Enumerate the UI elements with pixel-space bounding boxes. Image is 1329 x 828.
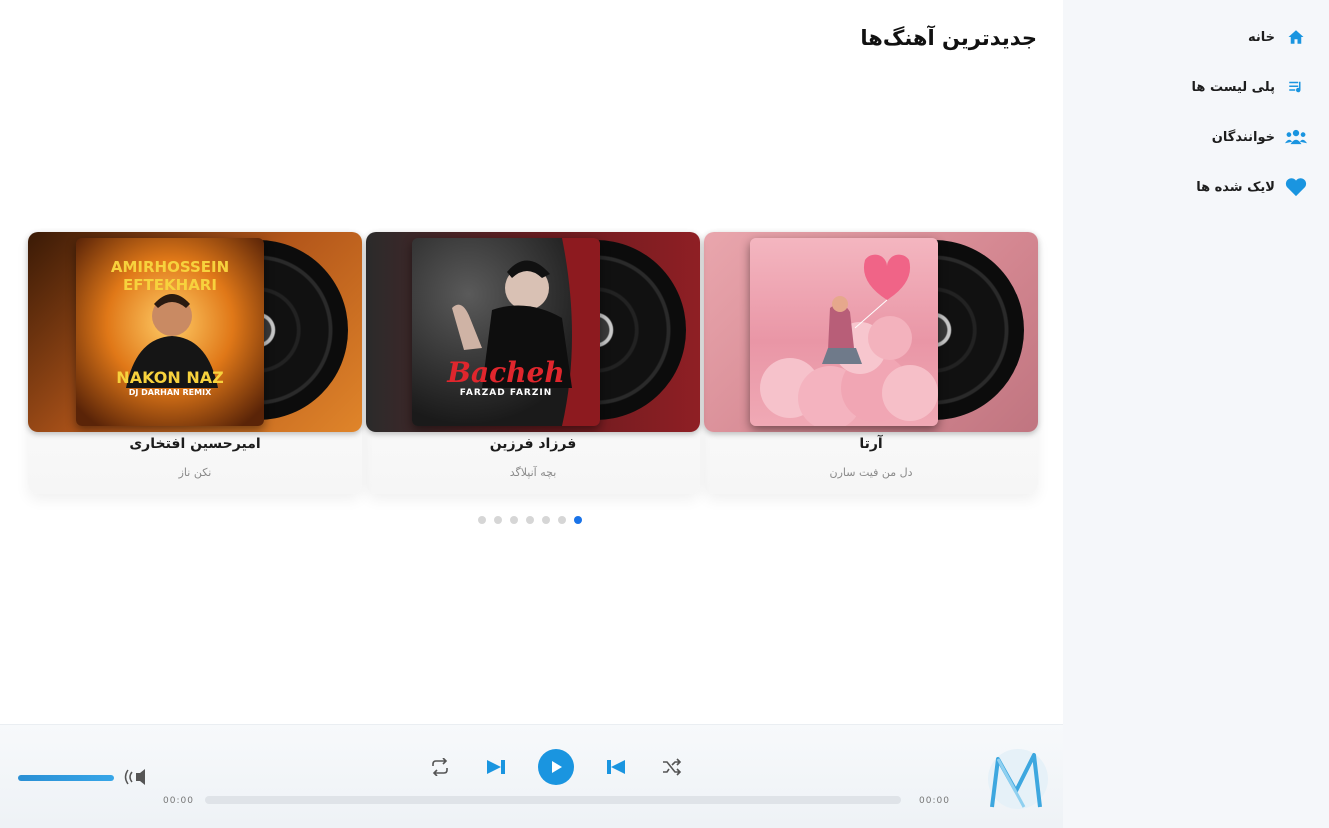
cover-title: Bacheh xyxy=(447,356,565,389)
home-icon xyxy=(1285,26,1307,48)
main-content: جدیدترین آهنگ‌ها xyxy=(0,0,1063,828)
cover-subtitle: NAKON NAZ xyxy=(116,368,224,387)
music-player: 00:00 00:00 xyxy=(0,724,1063,828)
card-artist-name: امیرحسین افتخاری xyxy=(129,436,261,452)
volume-slider[interactable] xyxy=(18,775,114,781)
sidebar-item-singers[interactable]: خوانندگان xyxy=(1212,126,1307,148)
carousel-dots xyxy=(478,516,582,524)
card-song-title: دل من فیت سارن xyxy=(829,466,913,479)
sidebar: خانه پلی لیست ها خوانندگان لایک شده ها xyxy=(1063,0,1329,828)
album-art: Bacheh FARZAD FARZIN xyxy=(412,238,600,426)
sidebar-item-liked[interactable]: لایک شده ها xyxy=(1196,176,1307,198)
song-card[interactable]: Bacheh FARZAD FARZIN فرزاد فرزین بچه آنپ… xyxy=(366,232,700,494)
next-icon xyxy=(487,760,505,774)
volume-icon[interactable] xyxy=(124,768,150,786)
song-cover xyxy=(704,232,1038,432)
time-elapsed: 00:00 xyxy=(163,796,194,806)
cover-footer: DJ DARHAN REMIX xyxy=(128,388,212,397)
next-button[interactable] xyxy=(484,757,508,777)
time-total: 00:00 xyxy=(919,796,950,806)
playlist-icon xyxy=(1285,76,1307,98)
cover-subtitle: FARZAD FARZIN xyxy=(459,388,553,398)
carousel-dot-active[interactable] xyxy=(574,516,582,524)
carousel-dot[interactable] xyxy=(510,516,518,524)
carousel-dot[interactable] xyxy=(542,516,550,524)
song-card[interactable]: AMIRHOSSEIN EFTEKHARI NAKON NAZ DJ DARHA… xyxy=(28,232,362,494)
carousel-dot[interactable] xyxy=(478,516,486,524)
song-cover: Bacheh FARZAD FARZIN xyxy=(366,232,700,432)
cover-title: AMIRHOSSEIN EFTEKHARI xyxy=(110,258,230,294)
sidebar-item-label: لایک شده ها xyxy=(1196,179,1275,195)
song-card[interactable]: آرتا دل من فیت سارن xyxy=(704,232,1038,494)
card-artist-name: آرتا xyxy=(859,436,883,452)
repeat-button[interactable] xyxy=(428,757,452,777)
card-song-title: نکن ناز xyxy=(178,466,212,479)
previous-icon xyxy=(607,760,625,774)
singers-icon xyxy=(1285,126,1307,148)
carousel-dot[interactable] xyxy=(494,516,502,524)
sidebar-item-label: خوانندگان xyxy=(1211,129,1275,145)
sidebar-item-home[interactable]: خانه xyxy=(1248,26,1307,48)
card-artist-name: فرزاد فرزین xyxy=(489,436,577,452)
previous-button[interactable] xyxy=(604,757,628,777)
page-title: جدیدترین آهنگ‌ها xyxy=(860,26,1037,50)
sidebar-item-label: خانه xyxy=(1247,29,1275,45)
app-logo xyxy=(984,741,1048,815)
repeat-icon xyxy=(432,758,448,776)
carousel-dot[interactable] xyxy=(526,516,534,524)
play-icon xyxy=(552,761,562,773)
card-song-title: بچه آنپلاگد xyxy=(509,466,557,479)
shuffle-icon xyxy=(663,758,682,776)
carousel-dot[interactable] xyxy=(558,516,566,524)
progress-bar[interactable] xyxy=(205,796,901,804)
shuffle-button[interactable] xyxy=(660,757,684,777)
song-cover: AMIRHOSSEIN EFTEKHARI NAKON NAZ DJ DARHA… xyxy=(28,232,362,432)
sidebar-item-playlists[interactable]: پلی لیست ها xyxy=(1192,76,1307,98)
album-art xyxy=(750,238,938,426)
album-art: AMIRHOSSEIN EFTEKHARI NAKON NAZ DJ DARHA… xyxy=(76,238,264,426)
play-button[interactable] xyxy=(538,749,574,785)
sidebar-item-label: پلی لیست ها xyxy=(1191,79,1275,95)
app-root: خانه پلی لیست ها خوانندگان لایک شده ها ج… xyxy=(0,0,1329,828)
heart-icon xyxy=(1285,176,1307,198)
